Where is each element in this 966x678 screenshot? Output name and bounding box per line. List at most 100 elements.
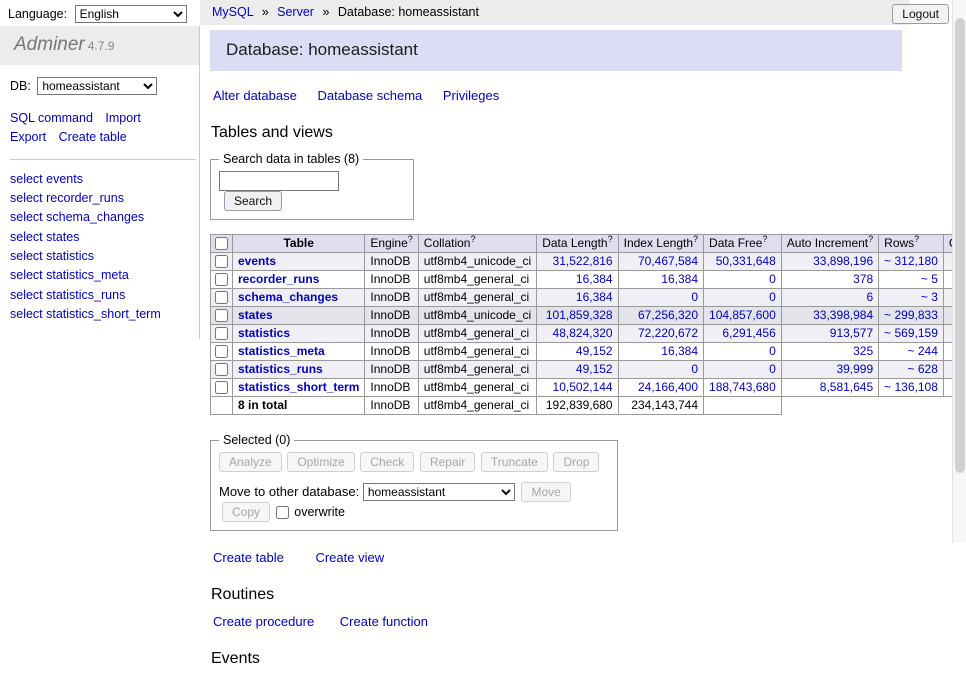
data-length-link[interactable]: 10,502,144 [553, 380, 613, 394]
select-all-checkbox[interactable] [215, 237, 228, 250]
db-action-link-privileges[interactable]: Privileges [443, 88, 499, 103]
auto-increment-link[interactable]: 33,398,984 [813, 308, 873, 322]
table-link-statistics_runs[interactable]: statistics_runs [238, 362, 323, 376]
table-link-states[interactable]: states [238, 308, 273, 322]
overwrite-checkbox[interactable] [276, 506, 289, 519]
row-checkbox[interactable] [215, 327, 228, 340]
auto-increment-link[interactable]: 378 [853, 272, 873, 286]
routine-link-create-function[interactable]: Create function [340, 614, 428, 629]
rows-link[interactable]: ~ 299,833 [884, 308, 938, 322]
auto-increment-link[interactable]: 6 [866, 290, 873, 304]
data-free-link[interactable]: 6,291,456 [722, 326, 775, 340]
overwrite-label[interactable]: overwrite [294, 505, 345, 519]
data-length-link[interactable]: 31,522,816 [553, 254, 613, 268]
breadcrumb-link-server[interactable]: Server [277, 5, 314, 19]
index-length-link[interactable]: 16,384 [661, 344, 698, 358]
rows-link[interactable]: ~ 628 [908, 362, 938, 376]
auto-increment-link[interactable]: 325 [853, 344, 873, 358]
table-link-statistics[interactable]: statistics [238, 326, 290, 340]
move-button[interactable]: Move [521, 482, 570, 502]
table-link-schema_changes[interactable]: schema_changes [238, 290, 338, 304]
row-checkbox[interactable] [215, 381, 228, 394]
breadcrumb-link-mysql[interactable]: MySQL [212, 5, 253, 19]
adminer-logo-link[interactable]: Adminer [14, 34, 85, 55]
data-free-link[interactable]: 104,857,600 [709, 308, 776, 322]
truncate-button[interactable]: Truncate [481, 452, 548, 472]
move-db-select[interactable]: homeassistant [363, 483, 515, 501]
create-link-create-view[interactable]: Create view [315, 550, 384, 565]
check-button[interactable]: Check [360, 452, 414, 472]
table-link-statistics_short_term[interactable]: statistics_short_term [238, 380, 359, 394]
language-select[interactable]: English [75, 5, 187, 23]
sidebar-table-link-select-statistics_meta[interactable]: select statistics_meta [10, 266, 199, 285]
data-free-link[interactable]: 0 [769, 272, 776, 286]
auto-increment-link[interactable]: 33,898,196 [813, 254, 873, 268]
rows-link[interactable]: ~ 3 [921, 290, 938, 304]
table-link-statistics_meta[interactable]: statistics_meta [238, 344, 325, 358]
row-checkbox[interactable] [215, 273, 228, 286]
index-length-link[interactable]: 0 [691, 362, 698, 376]
auto-increment-link[interactable]: 913,577 [830, 326, 873, 340]
scrollbar[interactable] [952, 0, 966, 543]
repair-button[interactable]: Repair [420, 452, 475, 472]
rows-link[interactable]: ~ 244 [908, 344, 938, 358]
sidebar-link-export[interactable]: Export [10, 130, 46, 144]
data-free-link[interactable]: 0 [769, 362, 776, 376]
analyze-button[interactable]: Analyze [219, 452, 282, 472]
sidebar-table-link-select-states[interactable]: select states [10, 228, 199, 247]
search-button[interactable]: Search [224, 191, 282, 211]
optimize-button[interactable]: Optimize [287, 452, 354, 472]
row-checkbox[interactable] [215, 309, 228, 322]
db-action-link-alter-database[interactable]: Alter database [213, 88, 297, 103]
row-checkbox[interactable] [215, 255, 228, 268]
search-input[interactable] [219, 171, 339, 191]
data-free-link[interactable]: 0 [769, 344, 776, 358]
row-checkbox[interactable] [215, 291, 228, 304]
rows-link[interactable]: ~ 569,159 [884, 326, 938, 340]
db-select[interactable]: homeassistant [37, 77, 157, 95]
sidebar-table-link-select-events[interactable]: select events [10, 170, 199, 189]
copy-button[interactable]: Copy [222, 502, 270, 522]
sidebar-link-sql-command[interactable]: SQL command [10, 111, 93, 125]
logout-button[interactable]: Logout [892, 4, 949, 24]
move-label: Move to other database: [219, 484, 359, 499]
rows-link[interactable]: ~ 312,180 [884, 254, 938, 268]
index-length-link[interactable]: 24,166,400 [638, 380, 698, 394]
auto-increment-link[interactable]: 8,581,645 [820, 380, 873, 394]
sidebar-table-link-select-statistics_runs[interactable]: select statistics_runs [10, 286, 199, 305]
sidebar-link-create-table[interactable]: Create table [59, 130, 127, 144]
data-length-link[interactable]: 49,152 [576, 344, 613, 358]
index-length-link[interactable]: 67,256,320 [638, 308, 698, 322]
data-length-link[interactable]: 49,152 [576, 362, 613, 376]
rows-link[interactable]: ~ 5 [921, 272, 938, 286]
index-length-link[interactable]: 72,220,672 [638, 326, 698, 340]
index-length-link[interactable]: 16,384 [661, 272, 698, 286]
rows-link[interactable]: ~ 136,108 [884, 380, 938, 394]
data-free-link[interactable]: 50,331,648 [716, 254, 776, 268]
cell-engine: InnoDB [365, 325, 418, 343]
row-checkbox[interactable] [215, 345, 228, 358]
sidebar-table-link-select-recorder_runs[interactable]: select recorder_runs [10, 189, 199, 208]
drop-button[interactable]: Drop [553, 452, 599, 472]
data-length-link[interactable]: 101,859,328 [546, 308, 613, 322]
routine-link-create-procedure[interactable]: Create procedure [213, 614, 314, 629]
create-link-create-table[interactable]: Create table [213, 550, 284, 565]
sidebar-table-link-select-statistics_short_term[interactable]: select statistics_short_term [10, 305, 199, 324]
data-length-link[interactable]: 48,824,320 [553, 326, 613, 340]
data-length-link[interactable]: 16,384 [576, 290, 613, 304]
scrollbar-thumb[interactable] [955, 18, 965, 473]
index-length-link[interactable]: 70,467,584 [638, 254, 698, 268]
sidebar-link-import[interactable]: Import [105, 111, 140, 125]
db-action-link-database-schema[interactable]: Database schema [317, 88, 422, 103]
sidebar-table-link-select-statistics[interactable]: select statistics [10, 247, 199, 266]
table-link-events[interactable]: events [238, 254, 276, 268]
sidebar-table-link-select-schema_changes[interactable]: select schema_changes [10, 208, 199, 227]
data-free-link[interactable]: 188,743,680 [709, 380, 776, 394]
row-checkbox[interactable] [215, 363, 228, 376]
index-length-link[interactable]: 0 [691, 290, 698, 304]
column-header-collation: Collation? [418, 235, 536, 253]
data-free-link[interactable]: 0 [769, 290, 776, 304]
auto-increment-link[interactable]: 39,999 [836, 362, 873, 376]
table-link-recorder_runs[interactable]: recorder_runs [238, 272, 319, 286]
data-length-link[interactable]: 16,384 [576, 272, 613, 286]
